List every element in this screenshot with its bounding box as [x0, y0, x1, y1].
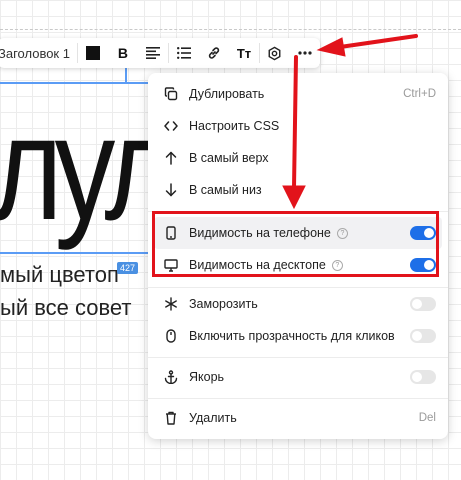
text-toolbar: Заголовок 1 B Tт — [0, 38, 320, 68]
help-icon[interactable]: ? — [336, 228, 348, 240]
phone-icon — [166, 226, 176, 240]
toggle-knob — [412, 331, 422, 341]
menu-item-label: В самый верх — [189, 151, 269, 165]
canvas-body-line-2[interactable]: ый все совет — [0, 295, 132, 321]
settings-button[interactable] — [260, 38, 290, 68]
more-button[interactable] — [290, 38, 320, 68]
anchor-toggle[interactable] — [410, 370, 436, 384]
menu-item-label: Удалить — [189, 411, 237, 425]
menu-item-delete[interactable]: Удалить Del — [148, 402, 448, 434]
arrow-to-more-button — [338, 34, 418, 49]
trash-icon — [166, 411, 176, 425]
arrow-up-icon — [165, 151, 177, 165]
shortcut-hint: Del — [418, 412, 436, 424]
body-line-1-text: мый цвето — [0, 262, 107, 287]
menu-item-label: Якорь — [189, 370, 225, 384]
help-icon[interactable]: ? — [331, 260, 343, 272]
mouse-icon — [166, 329, 176, 343]
menu-divider — [148, 211, 448, 212]
canvas-guide-line — [0, 29, 461, 30]
align-icon — [145, 47, 160, 59]
toggle-knob — [412, 299, 422, 309]
bold-button[interactable]: B — [108, 38, 138, 68]
menu-item-to-top[interactable]: В самый верх — [148, 142, 448, 174]
mobile-visibility-toggle[interactable] — [410, 226, 436, 240]
menu-item-mobile-visibility[interactable]: Видимость на телефоне? — [148, 217, 448, 249]
click-through-toggle[interactable] — [410, 329, 436, 343]
desktop-visibility-toggle[interactable] — [410, 258, 436, 272]
canvas-body-line-1[interactable]: мый цветоп — [0, 262, 119, 288]
heading-style-select[interactable]: Заголовок 1 — [0, 46, 77, 61]
arrow-down-icon — [165, 183, 177, 197]
text-color-icon — [85, 46, 100, 60]
align-button[interactable] — [138, 38, 168, 68]
menu-divider — [148, 398, 448, 399]
toggle-knob — [424, 228, 434, 238]
toggle-knob — [424, 260, 434, 270]
text-case-button[interactable]: Tт — [229, 38, 259, 68]
toggle-knob — [412, 372, 422, 382]
menu-item-to-bottom[interactable]: В самый низ — [148, 174, 448, 206]
freeze-toggle[interactable] — [410, 297, 436, 311]
menu-item-css[interactable]: Настроить CSS — [148, 110, 448, 142]
menu-item-duplicate[interactable]: Дублировать Ctrl+D — [148, 78, 448, 110]
menu-item-label: Видимость на телефоне — [189, 226, 331, 240]
menu-item-label: Видимость на десктопе — [189, 258, 326, 272]
size-badge: 427 — [117, 262, 139, 274]
menu-item-label: В самый низ — [189, 183, 262, 197]
copy-icon — [164, 87, 178, 101]
menu-item-label: Настроить CSS — [189, 119, 280, 133]
menu-item-click-through[interactable]: Включить прозрачность для кликов — [148, 320, 448, 352]
menu-divider — [148, 357, 448, 358]
arrowhead-left — [316, 37, 346, 57]
more-icon — [298, 51, 312, 55]
shortcut-hint: Ctrl+D — [403, 88, 436, 100]
link-button[interactable] — [199, 38, 229, 68]
code-icon — [164, 121, 178, 131]
monitor-icon — [164, 258, 178, 272]
menu-item-anchor[interactable]: Якорь — [148, 361, 448, 393]
text-case-icon: Tт — [236, 45, 252, 61]
list-icon — [176, 47, 191, 59]
menu-item-label: Включить прозрачность для кликов — [189, 329, 395, 343]
settings-icon — [269, 46, 281, 60]
menu-item-label: Заморозить — [189, 297, 258, 311]
text-color-button[interactable] — [78, 38, 108, 68]
menu-item-desktop-visibility[interactable]: Видимость на десктопе? — [148, 249, 448, 281]
menu-item-label: Дублировать — [189, 87, 265, 101]
link-icon — [208, 47, 220, 59]
list-button[interactable] — [169, 38, 199, 68]
bold-icon: B — [117, 45, 129, 61]
anchor-icon — [164, 370, 178, 384]
context-menu: Дублировать Ctrl+D Настроить CSS В самый… — [148, 73, 448, 439]
snowflake-icon — [165, 297, 177, 311]
menu-item-freeze[interactable]: Заморозить — [148, 288, 448, 320]
